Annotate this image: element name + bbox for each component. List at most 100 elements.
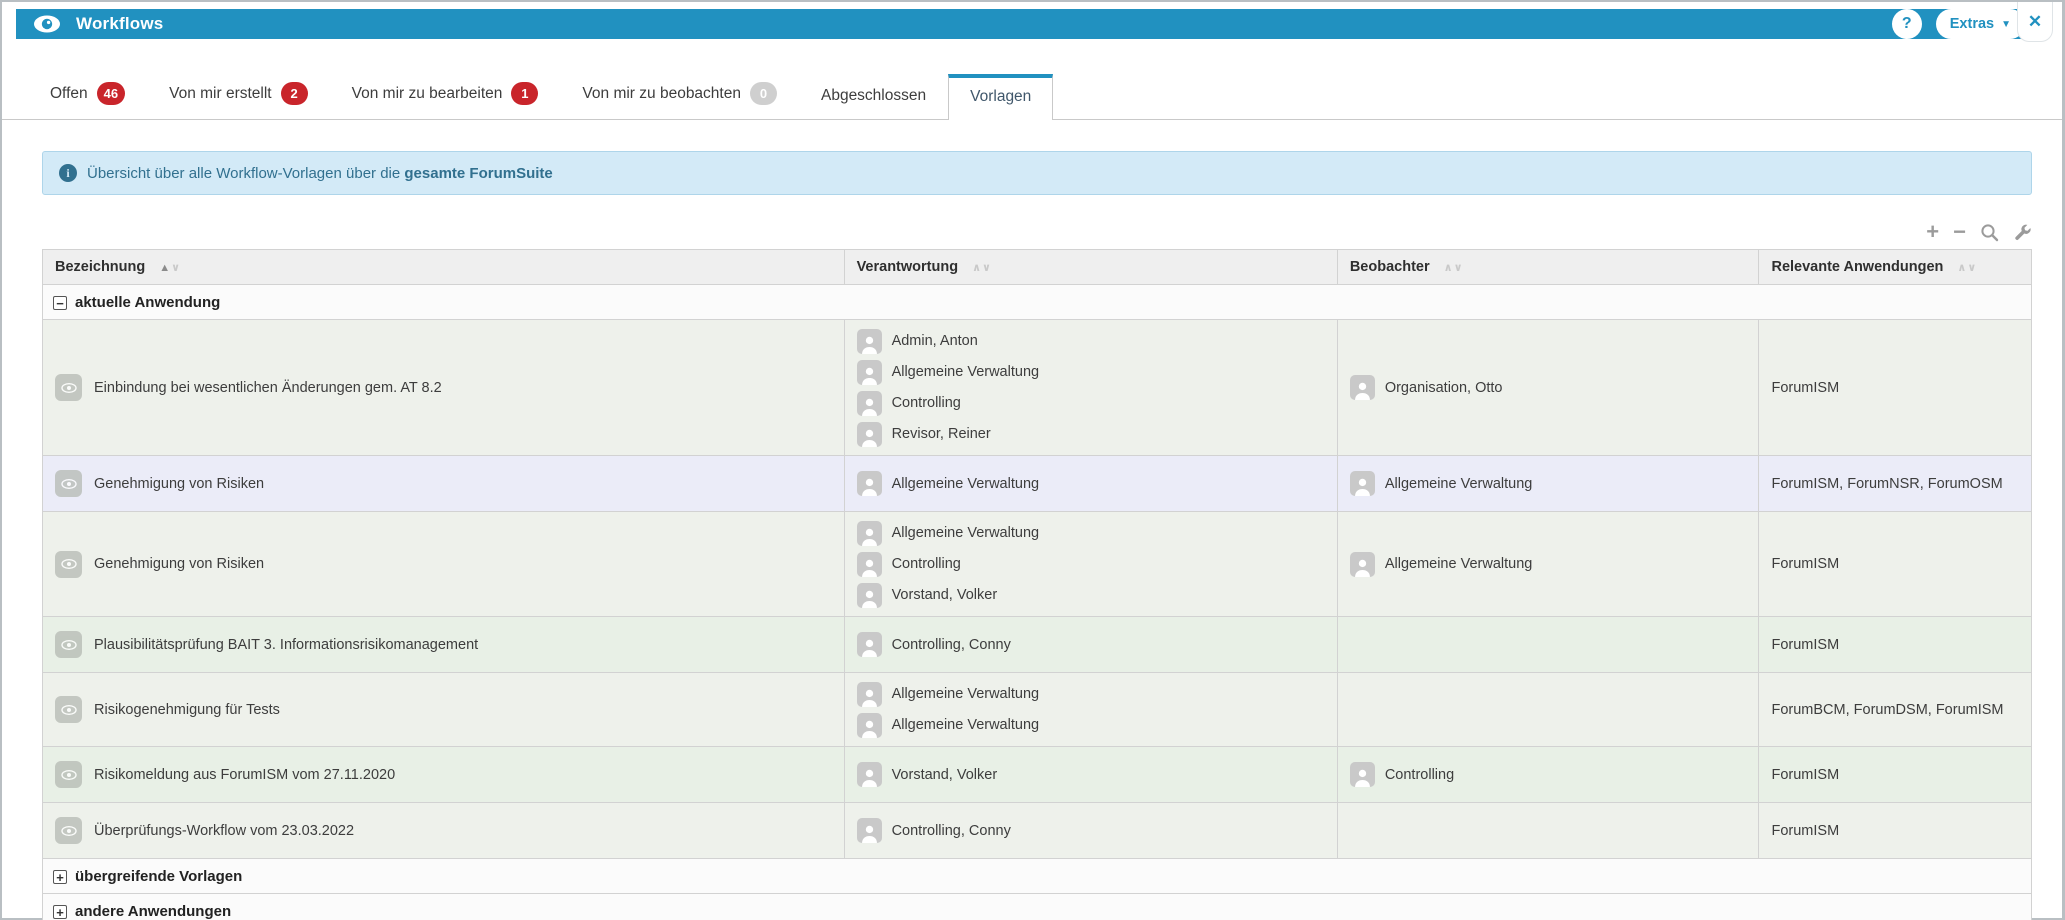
responsible-entry: Allgemeine Verwaltung: [856, 711, 1325, 739]
person-name: Controlling: [891, 395, 961, 411]
search-icon[interactable]: [1980, 223, 1999, 242]
group-row[interactable]: + übergreifende Vorlagen: [42, 858, 2032, 894]
person-name: Controlling, Conny: [891, 822, 1011, 839]
workflow-eye-icon[interactable]: [55, 761, 82, 788]
responsible-entry: Allgemeine Verwaltung: [856, 519, 1325, 547]
workflow-name: Plausibilitätsprüfung BAIT 3. Informatio…: [94, 636, 479, 653]
tab-von-mir-zu-bearbeiten[interactable]: Von mir zu bearbeiten 1: [330, 68, 561, 119]
workflow-name: Risikomeldung aus ForumISM vom 27.11.202…: [94, 766, 396, 783]
collapse-icon[interactable]: −: [53, 296, 67, 310]
relevant-applications: ForumISM: [1771, 636, 1840, 653]
table-header-row: Bezeichnung ▲∨ Verantwortung ∧∨ Beobacht…: [42, 249, 2032, 285]
workflow-eye-icon[interactable]: [55, 631, 82, 658]
user-icon: [856, 818, 882, 843]
count-badge: 1: [511, 82, 539, 105]
column-header-beobachter[interactable]: Beobachter ∧∨: [1336, 249, 1760, 285]
count-badge: 0: [749, 82, 777, 105]
person-name: Admin, Anton: [891, 333, 978, 349]
responsible-entry: Revisor, Reiner: [856, 420, 1325, 448]
wrench-icon[interactable]: [2013, 223, 2032, 242]
help-button[interactable]: ?: [1891, 9, 1922, 39]
tab-label: Offen: [50, 84, 88, 102]
workflow-eye-icon[interactable]: [55, 374, 82, 401]
sort-icons: ▲∨: [159, 262, 182, 274]
relevant-applications: ForumISM: [1771, 822, 1840, 839]
workflow-name: Überprüfungs-Workflow vom 23.03.2022: [94, 822, 355, 839]
table-row[interactable]: Genehmigung von Risiken Allgemeine Verwal…: [42, 511, 2032, 617]
relevant-applications: ForumBCM, ForumDSM, ForumISM: [1771, 701, 2004, 718]
user-icon: [856, 471, 882, 496]
user-icon: [856, 520, 882, 546]
info-banner: i Übersicht über alle Workflow-Vorlagen …: [42, 151, 2032, 195]
remove-icon[interactable]: −: [1953, 221, 1966, 243]
extras-label: Extras: [1949, 16, 1995, 32]
workflows-window: Workflows ? Extras ▼ ✕ Offen 46 Von mir …: [0, 0, 2065, 920]
user-icon: [1349, 551, 1375, 577]
expand-icon[interactable]: +: [53, 870, 67, 884]
user-icon: [856, 762, 882, 787]
column-label: Beobachter: [1349, 259, 1430, 275]
person-name: Allgemeine Verwaltung: [891, 686, 1040, 702]
page-title: Workflows: [76, 14, 164, 33]
responsible-entry: Vorstand, Volker: [856, 761, 1325, 789]
workflow-eye-icon[interactable]: [55, 550, 82, 578]
tab-von-mir-erstellt[interactable]: Von mir erstellt 2: [147, 68, 330, 119]
tab-label: Von mir zu beobachten: [582, 84, 741, 102]
observer-entry: Controlling: [1349, 761, 1747, 789]
column-header-relevante-anwendungen[interactable]: Relevante Anwendungen ∧∨: [1758, 249, 2032, 285]
responsible-entry: Controlling: [856, 550, 1325, 578]
user-icon: [856, 328, 882, 354]
tab-bar: Offen 46 Von mir erstellt 2 Von mir zu b…: [2, 70, 2062, 120]
sort-icons: ∧∨: [1957, 262, 1978, 274]
title-bar: Workflows ? Extras ▼: [16, 9, 2041, 39]
workflow-name: Genehmigung von Risiken: [94, 556, 265, 572]
person-name: Controlling: [1384, 766, 1455, 783]
tab-offen[interactable]: Offen 46: [28, 68, 147, 119]
add-icon[interactable]: +: [1926, 221, 1939, 243]
group-row[interactable]: + andere Anwendungen: [42, 893, 2032, 920]
person-name: Allgemeine Verwaltung: [891, 475, 1040, 492]
workflow-eye-icon[interactable]: [55, 696, 82, 723]
tab-vorlagen[interactable]: Vorlagen: [948, 74, 1054, 120]
user-icon: [856, 359, 882, 385]
extras-button[interactable]: Extras ▼: [1935, 9, 2025, 39]
column-label: Relevante Anwendungen: [1771, 259, 1944, 275]
workflow-eye-icon[interactable]: [55, 470, 82, 497]
info-icon: i: [59, 164, 77, 182]
column-header-bezeichnung[interactable]: Bezeichnung ▲∨: [42, 249, 845, 285]
expand-icon[interactable]: +: [53, 905, 67, 919]
group-label: aktuelle Anwendung: [75, 293, 221, 311]
user-icon: [1349, 471, 1375, 496]
count-badge: 46: [96, 82, 126, 105]
user-icon: [856, 390, 882, 416]
grid-toolbar: + −: [42, 221, 2032, 243]
chevron-down-icon: ▼: [2001, 18, 2011, 30]
column-label: Verantwortung: [856, 259, 959, 275]
person-name: Allgemeine Verwaltung: [1384, 475, 1533, 492]
tab-label: Von mir zu bearbeiten: [351, 84, 503, 102]
person-name: Allgemeine Verwaltung: [891, 525, 1040, 541]
tab-label: Vorlagen: [970, 88, 1032, 105]
close-window-button[interactable]: ✕: [2017, 2, 2053, 42]
info-banner-text: Übersicht über alle Workflow-Vorlagen üb…: [87, 164, 553, 182]
table-row[interactable]: Einbindung bei wesentlichen Änderungen g…: [42, 319, 2032, 456]
group-row[interactable]: − aktuelle Anwendung: [42, 284, 2032, 320]
observer-entry: Allgemeine Verwaltung: [1349, 470, 1747, 498]
table-row[interactable]: Plausibilitätsprüfung BAIT 3. Informatio…: [42, 616, 2032, 673]
group-label: übergreifende Vorlagen: [75, 867, 243, 885]
column-label: Bezeichnung: [55, 259, 146, 275]
group-label: andere Anwendungen: [75, 902, 232, 920]
column-header-verantwortung[interactable]: Verantwortung ∧∨: [843, 249, 1338, 285]
table-row[interactable]: Genehmigung von Risiken Allgemeine Verwal…: [42, 455, 2032, 512]
tab-von-mir-zu-beobachten[interactable]: Von mir zu beobachten 0: [560, 68, 799, 119]
workflow-name: Risikogenehmigung für Tests: [94, 701, 280, 718]
person-name: Allgemeine Verwaltung: [891, 364, 1040, 380]
table-row[interactable]: Risikogenehmigung für Tests Allgemeine Ve…: [42, 672, 2032, 747]
table-row[interactable]: Überprüfungs-Workflow vom 23.03.2022 Cont…: [42, 802, 2032, 859]
user-icon: [856, 712, 882, 738]
vorlagen-table: Bezeichnung ▲∨ Verantwortung ∧∨ Beobacht…: [42, 249, 2032, 920]
responsible-entry: Controlling: [856, 389, 1325, 417]
workflow-eye-icon[interactable]: [55, 817, 82, 844]
table-row[interactable]: Risikomeldung aus ForumISM vom 27.11.202…: [42, 746, 2032, 803]
tab-abgeschlossen[interactable]: Abgeschlossen: [799, 73, 948, 119]
